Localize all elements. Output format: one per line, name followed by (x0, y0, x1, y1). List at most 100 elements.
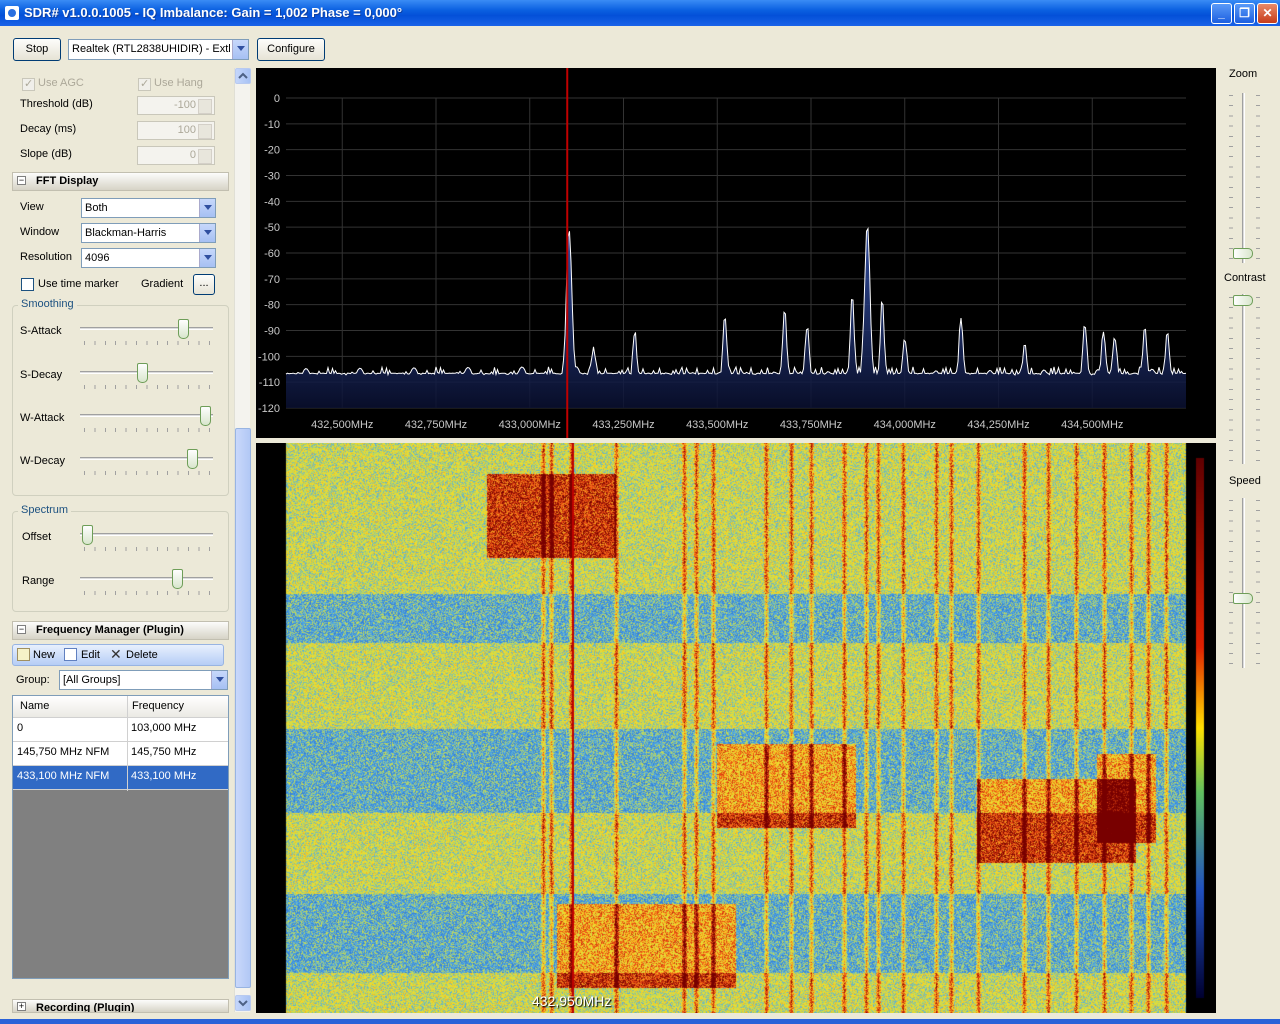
y-tick-label: -20 (264, 145, 280, 157)
left-panel-scrollbar[interactable] (234, 68, 251, 1012)
window-title: SDR# v1.0.0.1005 - IQ Imbalance: Gain = … (24, 5, 403, 20)
chevron-up-icon (238, 72, 248, 79)
speed-ticks (1229, 500, 1233, 665)
configure-button[interactable]: Configure (257, 38, 325, 61)
row-name: 433,100 MHz NFM (17, 770, 110, 782)
w-decay-slider[interactable] (187, 449, 199, 469)
close-button[interactable]: ✕ (1257, 3, 1278, 24)
minimize-button[interactable]: _ (1211, 3, 1232, 24)
zoom-slider[interactable] (1233, 248, 1253, 259)
zoom-ticks-right (1256, 95, 1260, 260)
spectrum-chart: 0 -10 -20 -30 -40 -50 -60 -70 -80 -90 -100 -110 -120… (258, 68, 1187, 438)
expand-icon: + (17, 1001, 26, 1011)
device-select[interactable]: Realtek (RTL2838UHIDIR) - Extl (68, 39, 249, 60)
column-divider (127, 696, 128, 791)
view-select[interactable]: Both (81, 198, 216, 218)
table-row[interactable]: 145,750 MHz NFM 145,750 MHz (13, 742, 228, 766)
zoom-slider-track (1242, 93, 1245, 263)
speed-ticks-right (1256, 500, 1260, 665)
use-agc-checkbox[interactable] (22, 77, 35, 91)
spectrum-analyzer[interactable]: 0 -10 -20 -30 -40 -50 -60 -70 -80 -90 -100 -110 -120… (256, 68, 1216, 438)
frequency-manager-header[interactable]: − Frequency Manager (Plugin) (12, 621, 229, 640)
taskbar-edge (0, 1019, 1280, 1024)
frequency-manager-toolbar: New Edit ✕ Delete (12, 644, 224, 666)
w-decay-label: W-Decay (20, 455, 66, 467)
chevron-down-icon (211, 671, 227, 689)
resolution-select[interactable]: 4096 (81, 248, 216, 268)
threshold-input[interactable]: -100 (137, 96, 215, 115)
w-attack-label: W-Attack (20, 412, 65, 424)
zoom-label: Zoom (1229, 68, 1258, 80)
slope-input[interactable]: 0 (137, 146, 215, 165)
fft-display-title: FFT Display (36, 175, 99, 187)
gradient-label: Gradient (141, 278, 184, 290)
edit-icon (64, 648, 77, 661)
s-attack-slider-track (80, 327, 213, 330)
w-attack-slider[interactable] (199, 406, 211, 426)
offset-label: Offset (22, 531, 52, 543)
table-row-selected[interactable]: 433,100 MHz NFM 433,100 MHz (13, 766, 228, 790)
fft-display-header[interactable]: − FFT Display (12, 172, 229, 191)
s-attack-ticks (84, 341, 210, 345)
window-select[interactable]: Blackman-Harris (81, 223, 216, 243)
recording-title: Recording (Plugin) (36, 1002, 135, 1013)
resolution-select-value: 4096 (85, 252, 110, 264)
app-icon (5, 6, 19, 20)
contrast-label: Contrast (1224, 272, 1266, 284)
column-header-name[interactable]: Name (20, 700, 49, 712)
scroll-down-button[interactable] (235, 995, 251, 1011)
time-marker-checkbox[interactable] (21, 278, 34, 291)
new-button[interactable]: New (33, 649, 55, 661)
recording-header[interactable]: + Recording (Plugin) (12, 999, 229, 1013)
use-hang-label: Use Hang (154, 77, 203, 89)
row-frequency: 433,100 MHz (131, 770, 197, 782)
window-select-value: Blackman-Harris (85, 227, 167, 239)
column-header-frequency[interactable]: Frequency (132, 700, 184, 712)
waterfall-canvas (256, 443, 1216, 1013)
offset-slider[interactable] (82, 525, 94, 545)
maximize-button[interactable]: ❐ (1234, 3, 1255, 24)
slope-label: Slope (dB) (20, 148, 72, 160)
threshold-label: Threshold (dB) (20, 98, 93, 110)
x-tick-label: 432,750MHz (405, 419, 467, 431)
contrast-ticks (1229, 297, 1233, 462)
chevron-down-icon (199, 249, 215, 267)
use-agc-label: Use AGC (38, 77, 84, 89)
x-tick-label: 434,250MHz (967, 419, 1029, 431)
edit-button[interactable]: Edit (81, 649, 100, 661)
speed-slider-track (1242, 498, 1245, 668)
y-tick-label: -10 (264, 119, 280, 131)
contrast-slider[interactable] (1233, 295, 1253, 306)
stop-button[interactable]: Stop (13, 38, 61, 61)
w-attack-slider-track (80, 414, 213, 417)
row-name: 0 (17, 722, 24, 734)
scroll-thumb[interactable] (235, 428, 251, 988)
group-label: Group: (16, 674, 50, 686)
decay-input[interactable]: 100 (137, 121, 215, 140)
waterfall-display[interactable]: 432,950MHz (256, 443, 1216, 1013)
s-attack-slider[interactable] (177, 319, 189, 339)
s-decay-slider[interactable] (137, 363, 149, 383)
time-marker-label: Use time marker (38, 278, 119, 290)
offset-slider-track (80, 533, 213, 536)
table-row[interactable]: 0 103,000 MHz (13, 718, 228, 742)
y-tick-label: -40 (264, 196, 280, 208)
scroll-up-button[interactable] (235, 68, 251, 84)
new-icon (17, 648, 30, 661)
delete-button[interactable]: Delete (126, 649, 158, 661)
s-attack-label: S-Attack (20, 325, 62, 337)
group-select[interactable]: [All Groups] (59, 670, 228, 690)
y-tick-label: -30 (264, 171, 280, 183)
speed-slider[interactable] (1233, 593, 1253, 605)
x-tick-label: 433,250MHz (592, 419, 654, 431)
gradient-button[interactable]: ... (193, 274, 215, 295)
group-select-value: [All Groups] (63, 674, 121, 686)
spectrum-trace (285, 227, 1187, 377)
collapse-icon: − (17, 624, 26, 634)
range-slider[interactable] (171, 569, 183, 589)
x-tick-label: 433,500MHz (686, 419, 748, 431)
view-select-value: Both (85, 202, 108, 214)
s-decay-label: S-Decay (20, 369, 63, 381)
use-hang-checkbox[interactable] (138, 77, 151, 91)
y-tick-label: -110 (259, 377, 280, 389)
